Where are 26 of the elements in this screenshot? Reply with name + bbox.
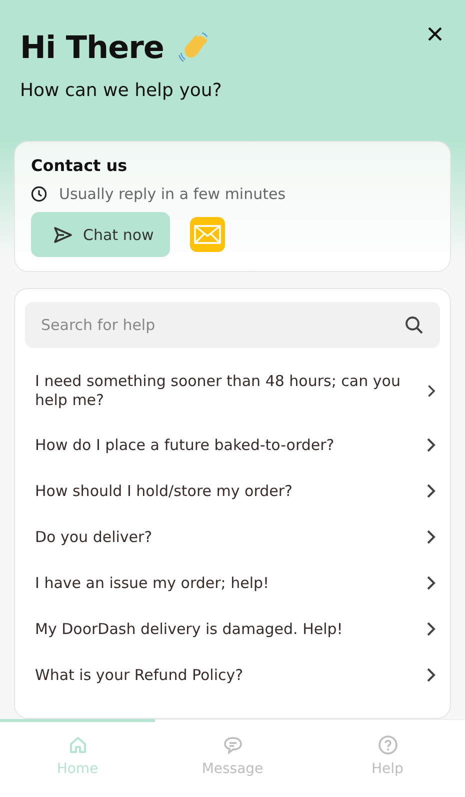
chevron-right-icon: [427, 383, 436, 399]
greeting-subtitle: How can we help you?: [20, 80, 223, 101]
faq-item[interactable]: How should I hold/store my order?: [25, 468, 440, 514]
clock-icon: [31, 186, 47, 202]
reply-time-text: Usually reply in a few minutes: [59, 185, 286, 203]
faq-item[interactable]: I have an issue my order; help!: [25, 560, 440, 606]
search-icon: [404, 315, 424, 335]
faq-item[interactable]: What is your Refund Policy?: [25, 652, 440, 698]
faq-item[interactable]: I need something sooner than 48 hours; can you help me?: [25, 360, 440, 422]
greeting-title: Hi There: [20, 30, 164, 66]
chevron-right-icon: [426, 529, 436, 545]
faq-item[interactable]: Do you deliver?: [25, 514, 440, 560]
search-field[interactable]: Search for help: [25, 302, 440, 348]
send-icon: [53, 226, 73, 244]
chevron-right-icon: [426, 483, 436, 499]
faq-item[interactable]: My DoorDash delivery is damaged. Help!: [25, 606, 440, 652]
chat-now-button[interactable]: Chat now: [31, 212, 170, 257]
chevron-right-icon: [426, 437, 436, 453]
help-icon: [378, 734, 398, 754]
home-icon: [68, 734, 88, 754]
chat-bubble-icon: [222, 734, 242, 754]
chevron-right-icon: [426, 667, 436, 683]
chevron-right-icon: [426, 621, 436, 637]
contact-title: Contact us: [31, 156, 128, 175]
chevron-right-icon: [426, 575, 436, 591]
faq-item[interactable]: How do I place a future baked-to-order?: [25, 422, 440, 468]
